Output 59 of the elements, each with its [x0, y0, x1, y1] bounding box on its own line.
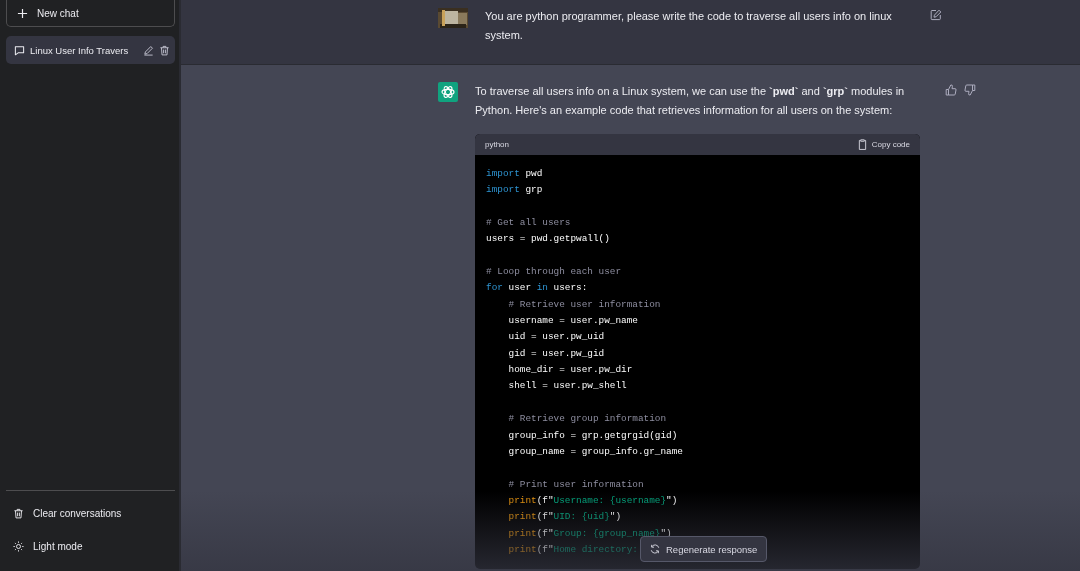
sidebar-menu-item[interactable]: Clear conversations: [6, 497, 175, 530]
code-token: print: [507, 543, 537, 555]
new-chat-button[interactable]: New chat: [6, 0, 175, 27]
code-token: (f": [536, 511, 554, 523]
code-token: "): [666, 494, 678, 506]
regenerate-button[interactable]: Regenerate response: [640, 536, 768, 562]
code-token: group_info = grp.getgrgid(gid): [507, 429, 678, 441]
code-token: Home directory:: [553, 543, 638, 555]
code-token: Username: {username}: [553, 494, 667, 506]
code-token: # Print user information: [507, 478, 644, 490]
code-token: group_name = group_info.gr_name: [507, 445, 683, 457]
code-token: (f": [536, 543, 554, 555]
conversation-title: Linux User Info Travers: [30, 44, 130, 56]
code-token: pwd: [524, 168, 543, 179]
chat-bubble-icon: [14, 44, 25, 56]
menu-label: Light mode: [33, 541, 83, 552]
code-token: Group: {group_name}: [553, 527, 661, 539]
sun-icon: [13, 541, 24, 552]
code-token: # Get all users: [486, 217, 571, 229]
code-token: import: [486, 168, 520, 179]
code-token: "): [609, 511, 622, 523]
thumbs-up-icon[interactable]: [945, 84, 957, 96]
code-token: # Retrieve user information: [507, 298, 661, 310]
clipboard-icon: [857, 139, 867, 150]
code-token: users:: [552, 282, 588, 294]
code-token: (f": [536, 494, 554, 506]
menu-label: Clear conversations: [33, 508, 122, 519]
conversation-item[interactable]: Linux User Info Travers: [6, 36, 175, 64]
code-token: print: [507, 494, 537, 506]
trash-icon: [13, 508, 24, 519]
user-prompt: You are python programmer, please write the code to traverse all users info on linux system.: [485, 9, 893, 43]
code-token: in: [536, 282, 548, 294]
assistant-answer: To traverse all users info on a Linux system, we can use the `pwd` and `grp` modules in Python. Here's an example code that retrieves information for all users on the system:: [475, 84, 906, 118]
code-token: # Retrieve group information: [507, 413, 667, 425]
edit-icon[interactable]: [930, 9, 942, 21]
copy-code-button[interactable]: Copy code: [857, 139, 910, 150]
sidebar-menu-item[interactable]: Light mode: [6, 530, 175, 563]
code-token: username = user.pw_name: [507, 315, 638, 327]
code-token: uid = user.pw_uid: [507, 331, 605, 343]
code-token: print: [507, 511, 537, 523]
code-token: home_dir = user.pw_dir: [507, 364, 633, 376]
code-token: gid = user.pw_gid: [507, 347, 605, 359]
code-language: python: [485, 140, 510, 149]
thumbs-down-icon[interactable]: [964, 84, 976, 96]
code-token: grp: [524, 184, 543, 196]
trash-icon[interactable]: [159, 44, 170, 56]
code-token: (f": [536, 527, 554, 539]
pencil-icon[interactable]: [143, 44, 154, 56]
code-token: for: [486, 282, 503, 294]
code-token: # Loop through each user: [486, 266, 622, 278]
refresh-icon: [650, 544, 660, 554]
plus-icon: [17, 7, 28, 19]
code-token: print: [507, 527, 537, 539]
code-token: import: [486, 184, 520, 196]
code-token: user: [507, 282, 533, 294]
code-token: users = pwd.getpwall(): [486, 233, 610, 245]
code-token: UID: {uid}: [553, 511, 610, 523]
knot-logo-icon: [438, 82, 458, 102]
code-token: shell = user.pw_shell: [507, 380, 627, 392]
